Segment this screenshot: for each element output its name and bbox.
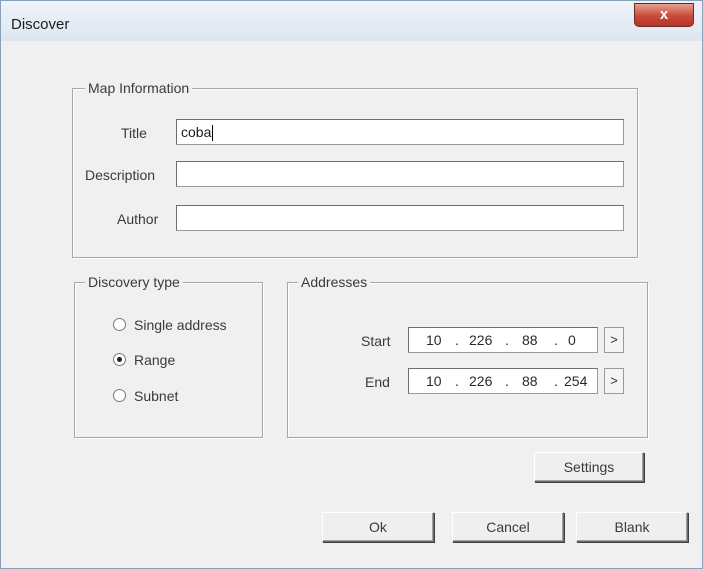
close-icon: x: [659, 6, 669, 23]
description-label: Description: [85, 167, 156, 183]
ip-dot: .: [554, 332, 558, 348]
radio-label: Subnet: [134, 388, 179, 404]
ip-dot: .: [455, 332, 459, 348]
ip-octet: 10: [426, 373, 442, 389]
title-input[interactable]: coba: [176, 119, 624, 145]
start-ip-field[interactable]: 10 . 226 . 88 . 0: [408, 327, 598, 353]
radio-button-selected[interactable]: [113, 353, 126, 366]
settings-button[interactable]: Settings: [534, 452, 644, 482]
ip-octet: 0: [568, 332, 576, 348]
end-label: End: [365, 374, 390, 390]
addresses-legend: Addresses: [298, 274, 371, 290]
discovery-type-legend: Discovery type: [85, 274, 183, 290]
radio-label: Single address: [134, 317, 227, 333]
author-input[interactable]: [176, 205, 624, 231]
chevron-right-icon: >: [610, 373, 618, 388]
ip-octet: 226: [469, 332, 493, 348]
ip-octet: 88: [522, 373, 538, 389]
blank-button[interactable]: Blank: [576, 512, 688, 542]
end-ip-field[interactable]: 10 . 226 . 88 . 254: [408, 368, 598, 394]
close-button[interactable]: x: [634, 3, 694, 27]
addresses-group: Addresses: [287, 274, 648, 438]
ok-button[interactable]: Ok: [322, 512, 434, 542]
end-arrow-button[interactable]: >: [604, 368, 624, 394]
description-input[interactable]: [176, 161, 624, 187]
start-label: Start: [361, 333, 391, 349]
title-label: Title: [121, 125, 147, 141]
ip-dot: .: [505, 332, 509, 348]
ip-octet: 226: [469, 373, 493, 389]
title-input-value: coba: [181, 124, 212, 140]
text-caret: [212, 125, 214, 142]
cancel-button[interactable]: Cancel: [452, 512, 564, 542]
title-bar: Discover x: [1, 1, 702, 41]
radio-button[interactable]: [113, 318, 126, 331]
ip-dot: .: [455, 373, 459, 389]
chevron-right-icon: >: [610, 332, 618, 347]
start-arrow-button[interactable]: >: [604, 327, 624, 353]
ip-octet: 88: [522, 332, 538, 348]
ip-octet: 254: [564, 373, 588, 389]
radio-label: Range: [134, 352, 176, 368]
ip-dot: .: [505, 373, 509, 389]
map-information-legend: Map Information: [85, 80, 193, 96]
window-title: Discover: [11, 16, 70, 33]
ip-dot: .: [554, 373, 558, 389]
radio-button[interactable]: [113, 389, 126, 402]
ip-octet: 10: [426, 332, 442, 348]
author-label: Author: [117, 211, 159, 227]
